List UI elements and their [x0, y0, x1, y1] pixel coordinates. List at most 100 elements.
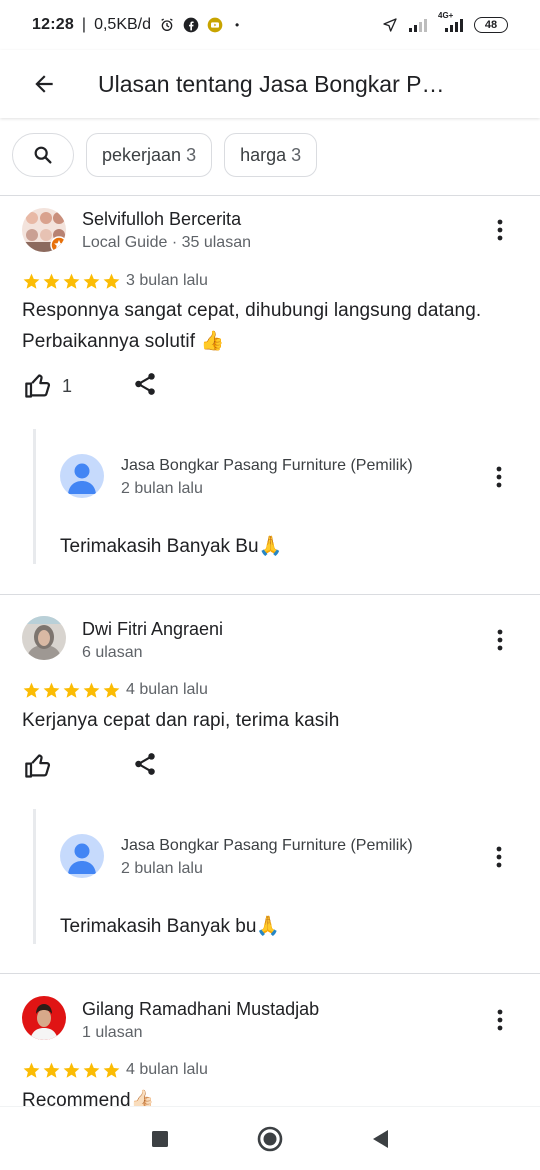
square-icon [152, 1130, 168, 1147]
youtube-icon [207, 17, 223, 33]
reviewer-meta: 6 ulasan [82, 644, 143, 661]
share-icon [135, 752, 155, 775]
more-vert-icon [497, 629, 503, 651]
review-card: Dwi Fitri Angraeni 6 ulasan 4 bulan lalu… [0, 616, 540, 972]
star-icon [23, 273, 40, 289]
app-bar: Ulasan tentang Jasa Bongkar Pasang Furni… [0, 50, 540, 118]
reply-text: Terimakasih Banyak Bu🙏 [60, 536, 283, 557]
arrow-back-icon [35, 75, 53, 93]
facebook-icon [183, 17, 199, 33]
star-icon [63, 682, 80, 698]
like-button[interactable]: 1 [24, 372, 72, 400]
more-options-button[interactable] [488, 1008, 512, 1032]
reviewer-meta: 1 ulasan [82, 1024, 143, 1041]
avatar[interactable] [22, 996, 66, 1040]
search-chip[interactable] [12, 133, 74, 177]
review-date: 3 bulan lalu [126, 272, 208, 289]
star-icon [63, 273, 80, 289]
reply-more-options-button[interactable] [487, 465, 511, 489]
status-time: 12:28 [32, 16, 74, 33]
review-text: Recommend👍🏻 [22, 1090, 155, 1106]
star-icon [43, 273, 60, 289]
star-icon [43, 682, 60, 698]
status-bar: 12:28 | 0,5KB/d • 4G+ 48 [0, 0, 540, 50]
star-icon [103, 1062, 120, 1078]
review-card: Gilang Ramadhani Mustadjab 1 ulasan 4 bu… [0, 996, 540, 1106]
review-text: Kerjanya cepat dan rapi, terima kasih [22, 710, 340, 731]
star-rating [22, 272, 121, 291]
star-icon [43, 1062, 60, 1078]
owner-avatar [60, 454, 104, 498]
more-vert-icon [497, 219, 503, 241]
review-card: Selvifulloh Bercerita Local Guide · 35 u… [0, 206, 540, 594]
avatar-photo-icon [22, 996, 66, 1040]
more-options-button[interactable] [488, 218, 512, 242]
owner-reply: Jasa Bongkar Pasang Furniture (Pemilik) … [33, 809, 523, 944]
chip-label: harga [240, 144, 287, 165]
chip-count: 3 [186, 144, 197, 165]
local-guide-badge-icon [50, 236, 66, 252]
signal-icon [409, 19, 427, 32]
divider [0, 195, 540, 196]
star-icon [23, 1062, 40, 1078]
more-vert-icon [496, 466, 502, 488]
chip-pekerjaan[interactable]: pekerjaan 3 [86, 133, 213, 177]
avatar[interactable] [22, 616, 66, 660]
notification-dot: • [235, 18, 240, 32]
like-count: 1 [62, 375, 73, 396]
star-icon [103, 682, 120, 698]
avatar[interactable] [22, 208, 66, 252]
back-button[interactable] [0, 50, 88, 118]
back-nav-button[interactable] [325, 1107, 435, 1170]
star-icon [83, 682, 100, 698]
owner-avatar [60, 834, 104, 878]
star-icon [83, 1062, 100, 1078]
owner-name: Jasa Bongkar Pasang Furniture (Pemilik) [121, 837, 413, 854]
person-icon [68, 843, 96, 874]
chip-count: 3 [291, 144, 302, 165]
home-circle-icon [257, 1126, 283, 1151]
reply-date: 2 bulan lalu [121, 860, 203, 877]
share-icon [135, 372, 155, 395]
thumb-up-icon [25, 754, 51, 778]
star-rating [22, 681, 121, 700]
more-vert-icon [497, 1009, 503, 1031]
person-icon [68, 463, 96, 494]
alarm-icon [161, 18, 173, 31]
star-icon [83, 273, 100, 289]
recents-button[interactable] [105, 1107, 215, 1170]
divider [0, 973, 540, 974]
network-type: 4G+ [438, 11, 454, 20]
status-net-speed: 0,5KB/d [94, 16, 152, 33]
reviewer-name[interactable]: Selvifulloh Bercerita [82, 209, 241, 230]
more-vert-icon [496, 846, 502, 868]
home-button[interactable] [215, 1107, 325, 1170]
share-button[interactable] [132, 751, 158, 782]
star-icon [23, 682, 40, 698]
divider [0, 594, 540, 595]
chip-label: pekerjaan [102, 144, 182, 165]
star-icon [63, 1062, 80, 1078]
system-nav-bar [0, 1106, 540, 1170]
star-rating [22, 1061, 121, 1080]
filter-chips: pekerjaan 3 harga 3 [12, 133, 318, 177]
search-icon [34, 146, 52, 164]
owner-name: Jasa Bongkar Pasang Furniture (Pemilik) [121, 457, 413, 474]
thumb-up-icon [25, 374, 51, 398]
star-icon [103, 273, 120, 289]
reply-more-options-button[interactable] [487, 845, 511, 869]
review-date: 4 bulan lalu [126, 1061, 208, 1078]
review-text: Responnya sangat cepat, dihubungi langsu… [22, 300, 482, 352]
reviewer-name[interactable]: Gilang Ramadhani Mustadjab [82, 999, 319, 1020]
page-title: Ulasan tentang Jasa Bongkar Pasang Furni… [98, 70, 448, 97]
reviewer-name[interactable]: Dwi Fitri Angraeni [82, 619, 223, 640]
location-arrow-icon [383, 18, 397, 32]
reviewer-meta: Local Guide · 35 ulasan [82, 234, 251, 251]
triangle-back-icon [373, 1129, 388, 1148]
more-options-button[interactable] [488, 628, 512, 652]
share-button[interactable] [132, 371, 158, 402]
review-date: 4 bulan lalu [126, 681, 208, 698]
chip-harga[interactable]: harga 3 [224, 133, 318, 177]
reply-text: Terimakasih Banyak bu🙏 [60, 916, 281, 937]
like-button[interactable] [24, 752, 62, 780]
